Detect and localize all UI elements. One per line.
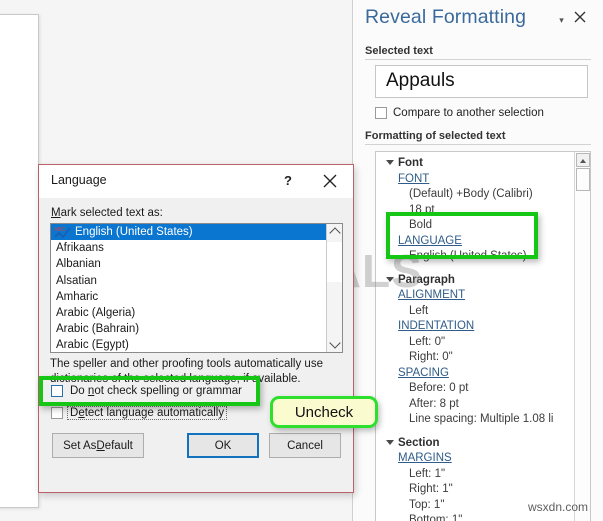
- formatting-property-link[interactable]: SPACING: [376, 366, 574, 382]
- formatting-property-link[interactable]: MARGINS: [376, 451, 574, 467]
- scroll-up-arrow-icon[interactable]: [576, 153, 590, 167]
- language-list-item[interactable]: ABC English (United States): [51, 224, 326, 241]
- help-button[interactable]: ?: [279, 172, 297, 190]
- compare-checkbox[interactable]: [375, 107, 387, 119]
- formatting-group-label: Paragraph: [398, 273, 455, 286]
- do-not-check-spelling-checkbox-row[interactable]: Do not check spelling or grammar: [51, 385, 242, 397]
- formatting-scrollbar[interactable]: [574, 152, 590, 521]
- formatting-group-label: Font: [398, 157, 423, 169]
- scroll-down-chevron-icon[interactable]: [327, 336, 342, 352]
- collapse-triangle-icon[interactable]: [386, 439, 394, 445]
- formatting-spacer: [376, 428, 574, 436]
- language-list-item[interactable]: Alsatian: [51, 273, 326, 289]
- formatting-property-value: Bold: [409, 219, 433, 231]
- set-as-default-button[interactable]: Set As Default: [52, 433, 144, 458]
- pane-header: Reveal Formatting ▾: [365, 6, 591, 40]
- formatting-property-link[interactable]: ALIGNMENT: [376, 288, 574, 304]
- language-list-item-label: Afrikaans: [56, 242, 104, 255]
- close-icon[interactable]: [573, 10, 587, 24]
- mark-selected-text-as-label: Mark selected text as:: [51, 207, 163, 219]
- formatting-property-link[interactable]: LANGUAGE: [376, 234, 574, 250]
- formatting-property-value: Left: [409, 304, 429, 317]
- language-list-item-label: Amharic: [56, 290, 99, 303]
- selected-text-box[interactable]: Appauls: [375, 65, 588, 98]
- formatting-details-list: Font FONT (Default) +Body (Calibri) 18 pt Bo…: [376, 152, 574, 521]
- language-dialog-titlebar[interactable]: Language ?: [39, 165, 353, 198]
- language-list-item[interactable]: Arabic (Egypt): [51, 337, 326, 352]
- scrollbar-thumb[interactable]: [327, 242, 342, 282]
- scrollbar-thumb[interactable]: [576, 168, 590, 191]
- language-list-item[interactable]: Arabic (Algeria): [51, 305, 326, 321]
- language-list-item-label: Albanian: [56, 258, 101, 271]
- do-not-check-spelling-label: Do not check spelling or grammar: [70, 385, 242, 397]
- language-list-item[interactable]: Albanian: [51, 256, 326, 272]
- svg-text:ABC: ABC: [54, 227, 65, 233]
- proofing-note: The speller and other proofing tools aut…: [50, 358, 323, 385]
- formatting-of-selected-text-label: Formatting of selected text: [365, 130, 506, 142]
- ok-button[interactable]: OK: [187, 433, 259, 458]
- formatting-property-value: English (United States): [409, 250, 527, 262]
- scroll-up-chevron-icon[interactable]: [327, 224, 342, 240]
- compare-to-another-selection-checkbox-row[interactable]: Compare to another selection: [375, 105, 544, 121]
- language-list-item[interactable]: Arabic (Bahrain): [51, 321, 326, 337]
- formatting-property-value: Top: 1": [409, 498, 445, 511]
- language-list-item[interactable]: Amharic: [51, 289, 326, 305]
- language-list-scrollbar[interactable]: [326, 224, 342, 352]
- uncheck-callout: Uncheck: [270, 396, 378, 428]
- selected-text-label: Selected text: [365, 45, 433, 57]
- selected-text-rule: [365, 59, 591, 60]
- language-list-items: ABC English (United States) Afrikaans Alban…: [51, 224, 326, 352]
- chevron-down-icon[interactable]: ▾: [556, 15, 567, 26]
- document-page: [0, 14, 39, 508]
- close-icon[interactable]: [321, 172, 339, 190]
- language-listbox[interactable]: ABC English (United States) Afrikaans Alban…: [50, 223, 343, 353]
- formatting-property-value: Left: 0": [409, 335, 446, 348]
- formatting-group-label: Section: [398, 436, 440, 449]
- detect-language-checkbox-row[interactable]: Detect language automatically: [51, 406, 228, 420]
- language-dialog-title: Language: [51, 173, 107, 187]
- detect-language-label: Detect language automatically: [67, 406, 228, 420]
- formatting-property-value: Line spacing: Multiple 1.08 li: [409, 413, 554, 425]
- formatting-details-box[interactable]: Font FONT (Default) +Body (Calibri) 18 pt Bo…: [375, 151, 591, 521]
- cancel-button[interactable]: Cancel: [269, 433, 341, 458]
- formatting-spacer: [376, 265, 574, 273]
- formatting-group-header: Paragraph: [376, 273, 574, 289]
- reveal-formatting-pane: Reveal Formatting ▾ Selected text Appaul…: [353, 0, 603, 521]
- spellcheck-abc-icon: ABC: [54, 227, 71, 239]
- selected-text-value: Appauls: [386, 70, 455, 91]
- formatting-property-value: Right: 0": [409, 351, 453, 363]
- formatting-group-header: Section: [376, 436, 574, 452]
- formatting-property-value: Bottom: 1": [409, 514, 463, 521]
- formatting-property-value: Right: 1": [409, 483, 453, 495]
- pane-title: Reveal Formatting: [365, 6, 527, 28]
- collapse-triangle-icon[interactable]: [386, 276, 394, 282]
- mark-as-label-rest: ark selected text as:: [60, 207, 163, 219]
- formatting-group-header: Font: [376, 156, 574, 172]
- language-list-item-label: Arabic (Egypt): [56, 339, 129, 352]
- formatting-property-value: (Default) +Body (Calibri): [409, 188, 533, 200]
- formatting-property-link[interactable]: INDENTATION: [376, 319, 574, 335]
- collapse-triangle-icon[interactable]: [386, 160, 394, 165]
- language-list-item-label: Alsatian: [56, 274, 97, 287]
- detect-language-checkbox[interactable]: [51, 407, 63, 419]
- language-dialog: Language ? Mark selected text as: ABC Eng…: [38, 164, 354, 493]
- formatting-rule: [365, 144, 591, 145]
- formatting-property-link[interactable]: FONT: [376, 172, 574, 188]
- language-list-item-label: Arabic (Bahrain): [56, 323, 140, 336]
- language-list-item-label: English (United States): [75, 226, 193, 238]
- language-list-item[interactable]: Afrikaans: [51, 240, 326, 256]
- do-not-check-spelling-checkbox[interactable]: [51, 385, 63, 397]
- word-window: Reveal Formatting ▾ Selected text Appaul…: [0, 0, 603, 521]
- compare-checkbox-label: Compare to another selection: [393, 107, 544, 119]
- formatting-property-value: 18 pt: [409, 203, 435, 216]
- language-list-item-label: Arabic (Algeria): [56, 306, 136, 319]
- formatting-property-value: Before: 0 pt: [409, 382, 469, 394]
- formatting-property-value: After: 8 pt: [409, 397, 459, 410]
- formatting-property-value: Left: 1": [409, 467, 446, 480]
